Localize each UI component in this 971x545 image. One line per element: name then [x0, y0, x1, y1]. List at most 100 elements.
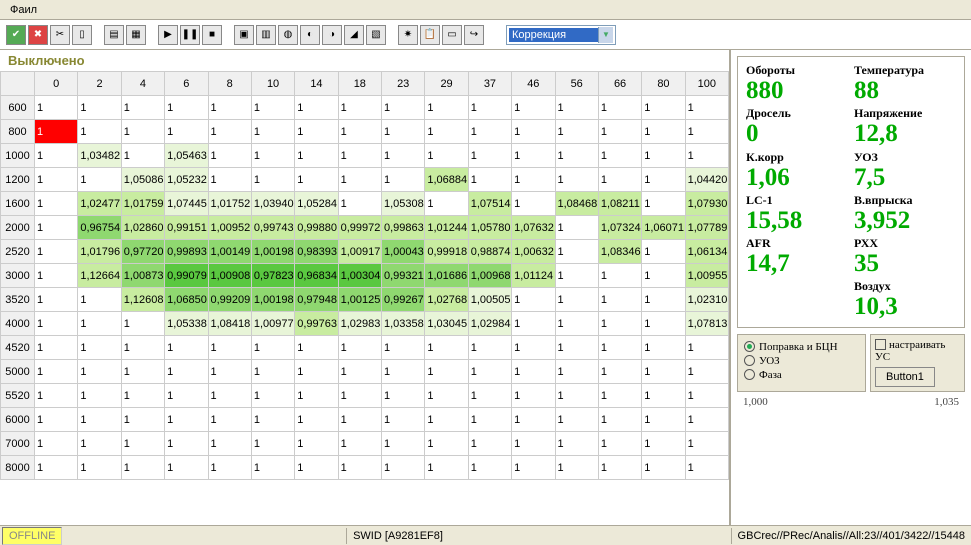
grid-cell[interactable]: 1: [78, 432, 121, 456]
grid-cell[interactable]: 1,03045: [425, 312, 468, 336]
grid-cell[interactable]: 1: [338, 432, 381, 456]
grid-cell[interactable]: 1: [165, 384, 208, 408]
grid-cell[interactable]: 1: [642, 96, 685, 120]
row-header[interactable]: 600: [1, 96, 35, 120]
grid-cell[interactable]: 1: [468, 336, 511, 360]
grid-cell[interactable]: 0,99151: [165, 216, 208, 240]
grid-cell[interactable]: 1: [468, 384, 511, 408]
grid-cell[interactable]: 1,03940: [251, 192, 294, 216]
grid-cell[interactable]: 1,01752: [208, 192, 251, 216]
grid-cell[interactable]: 1,00043: [382, 240, 425, 264]
grid-cell[interactable]: 1: [35, 360, 78, 384]
grid-cell[interactable]: 1: [295, 168, 338, 192]
grid-cell[interactable]: 1: [35, 144, 78, 168]
grid-cell[interactable]: 1: [685, 432, 728, 456]
grid-cell[interactable]: 1,00977: [251, 312, 294, 336]
grid-cell[interactable]: 1: [338, 168, 381, 192]
blank-icon[interactable]: ▯: [72, 25, 92, 45]
grid-cell[interactable]: 1: [512, 360, 555, 384]
grid-cell[interactable]: 1: [685, 144, 728, 168]
grid-cell[interactable]: 1: [555, 432, 598, 456]
grid-cell[interactable]: 1: [642, 456, 685, 480]
row-header[interactable]: 6000: [1, 408, 35, 432]
grid-cell[interactable]: 1: [555, 264, 598, 288]
grid-cell[interactable]: 1: [598, 384, 641, 408]
grid-cell[interactable]: 1: [512, 168, 555, 192]
grid-cell[interactable]: 1: [295, 144, 338, 168]
grid-cell[interactable]: 1: [78, 360, 121, 384]
tool-icon[interactable]: ✂: [50, 25, 70, 45]
grid-cell[interactable]: 1: [512, 288, 555, 312]
grid-cell[interactable]: 1: [382, 360, 425, 384]
grid-cell[interactable]: 1: [35, 96, 78, 120]
grid-cell[interactable]: 1: [685, 384, 728, 408]
grid-cell[interactable]: 1: [425, 192, 468, 216]
grid-cell[interactable]: 1: [598, 168, 641, 192]
pause-icon[interactable]: ❚❚: [180, 25, 200, 45]
col-header[interactable]: 14: [295, 72, 338, 96]
grid-cell[interactable]: 1: [512, 456, 555, 480]
copy-icon[interactable]: 📋: [420, 25, 440, 45]
doc-icon[interactable]: ▤: [104, 25, 124, 45]
grid-cell[interactable]: 1: [642, 264, 685, 288]
grid-cell[interactable]: 1: [425, 456, 468, 480]
col-header[interactable]: 8: [208, 72, 251, 96]
grid-cell[interactable]: 1: [208, 432, 251, 456]
grid-cell[interactable]: 1: [251, 360, 294, 384]
grid-cell[interactable]: 1: [35, 432, 78, 456]
panel7-icon[interactable]: ▧: [366, 25, 386, 45]
grid-cell[interactable]: 1,05086: [121, 168, 164, 192]
grid-cell[interactable]: 1,04420: [685, 168, 728, 192]
grid-cell[interactable]: 1: [382, 168, 425, 192]
grid-cell[interactable]: 1: [121, 360, 164, 384]
grid-cell[interactable]: 1,07813: [685, 312, 728, 336]
grid-cell[interactable]: 1,00952: [208, 216, 251, 240]
row-header[interactable]: 800: [1, 120, 35, 144]
grid-cell[interactable]: 1: [251, 384, 294, 408]
grid-cell[interactable]: 1,00198: [251, 240, 294, 264]
grid-cell[interactable]: 1: [35, 264, 78, 288]
grid-cell[interactable]: 1: [338, 384, 381, 408]
chevron-down-icon[interactable]: ▼: [598, 27, 613, 43]
grid-cell[interactable]: 1,00917: [338, 240, 381, 264]
grid-cell[interactable]: 1: [512, 336, 555, 360]
grid-cell[interactable]: 1,08211: [598, 192, 641, 216]
grid-cell[interactable]: 1,00873: [121, 264, 164, 288]
grid-cell[interactable]: 1: [35, 312, 78, 336]
grid-cell[interactable]: 0,99267: [382, 288, 425, 312]
grid-cell[interactable]: 0,99321: [382, 264, 425, 288]
grid-cell[interactable]: 1,03482: [78, 144, 121, 168]
grid-cell[interactable]: 1: [35, 456, 78, 480]
grid-cell[interactable]: 1: [35, 240, 78, 264]
grid-cell[interactable]: 1: [121, 96, 164, 120]
grid-cell[interactable]: 1: [338, 192, 381, 216]
grid-cell[interactable]: 1: [208, 456, 251, 480]
grid-cell[interactable]: 1: [35, 288, 78, 312]
grid-cell[interactable]: 1: [425, 432, 468, 456]
grid-cell[interactable]: 1,00955: [685, 264, 728, 288]
grid-cell[interactable]: 0,99893: [165, 240, 208, 264]
grid-cell[interactable]: 1: [295, 360, 338, 384]
panel2-icon[interactable]: ▥: [256, 25, 276, 45]
grid-cell[interactable]: 1: [642, 144, 685, 168]
grid-cell[interactable]: 1: [685, 360, 728, 384]
grid-cell[interactable]: 1: [382, 96, 425, 120]
grid-cell[interactable]: 1: [468, 408, 511, 432]
grid-cell[interactable]: 1: [295, 408, 338, 432]
grid-cell[interactable]: 1: [642, 168, 685, 192]
row-header[interactable]: 5520: [1, 384, 35, 408]
row-header[interactable]: 1000: [1, 144, 35, 168]
grid-cell[interactable]: 1,07632: [512, 216, 555, 240]
menu-file[interactable]: Фаил: [4, 2, 43, 18]
grid-cell[interactable]: 1: [598, 120, 641, 144]
grid-cell[interactable]: 1: [165, 456, 208, 480]
grid-cell[interactable]: 1: [555, 96, 598, 120]
grid-cell[interactable]: 1,02768: [425, 288, 468, 312]
grid-cell[interactable]: 0,98874: [468, 240, 511, 264]
stop-icon[interactable]: ■: [202, 25, 222, 45]
grid-cell[interactable]: 1: [555, 384, 598, 408]
grid-cell[interactable]: 1: [382, 144, 425, 168]
grid-cell[interactable]: 1: [425, 336, 468, 360]
grid-cell[interactable]: 0,99918: [425, 240, 468, 264]
grid-cell[interactable]: 1: [598, 360, 641, 384]
